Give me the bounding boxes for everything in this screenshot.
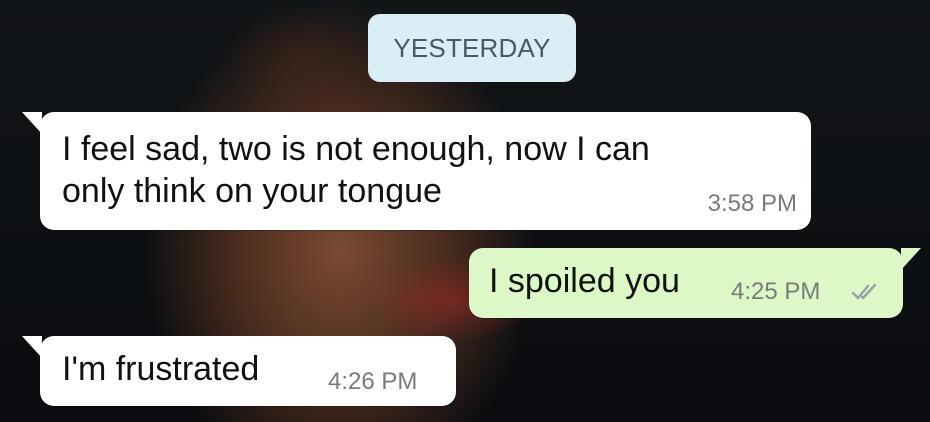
message-text: I spoiled you xyxy=(489,262,680,300)
message-timestamp: 4:25 PM xyxy=(731,278,821,305)
message-text: I'm frustrated xyxy=(62,350,260,388)
message-text-line: I feel sad, two is not enough, now I can xyxy=(62,130,650,168)
chat-view[interactable]: YESTERDAY I feel sad, two is not enough,… xyxy=(0,0,930,422)
message-bubble-outgoing[interactable]: I spoiled you 4:25 PM xyxy=(469,248,921,318)
message-bubble-incoming[interactable]: I'm frustrated 4:26 PM xyxy=(22,336,456,406)
message-text-line: only think on your tongue xyxy=(62,172,442,210)
date-chip: YESTERDAY xyxy=(368,14,576,82)
double-check-icon xyxy=(851,283,877,300)
message-timestamp: 4:26 PM xyxy=(328,368,418,395)
message-bubble-incoming[interactable]: I feel sad, two is not enough, now I can… xyxy=(22,112,811,230)
date-chip-label: YESTERDAY xyxy=(393,32,551,63)
message-timestamp: 3:58 PM xyxy=(707,190,797,217)
